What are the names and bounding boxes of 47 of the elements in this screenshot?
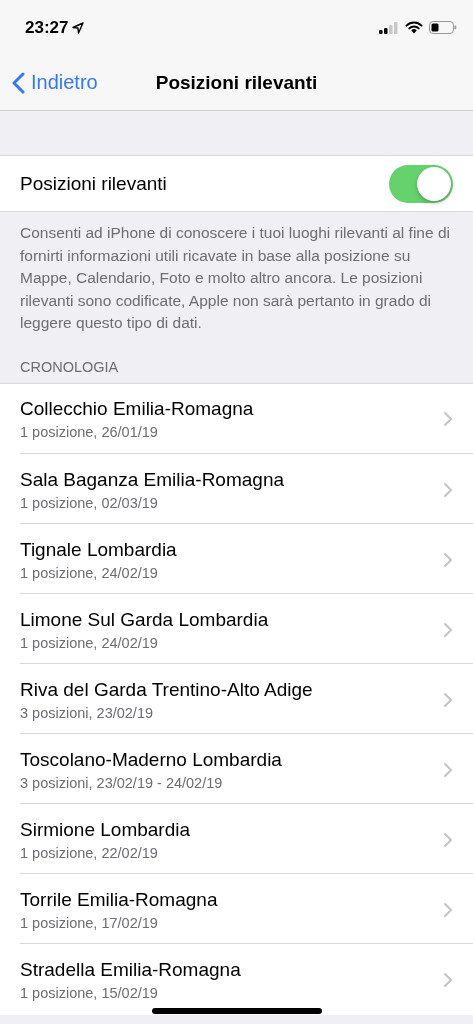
- place-subtitle: 1 posizione, 24/02/19: [20, 564, 159, 581]
- place-title: Riva del Garda Trentino-Alto Adige: [20, 678, 313, 701]
- chevron-right-icon: [443, 621, 453, 638]
- description-text: Consenti ad iPhone di conoscere i tuoi luoghi rilevanti al fine di fornirti informazioni utili ricavate in base alla posizione su Mappe, Calendario, Foto e molto altro ancora. Le posizioni rilevanti sono codificate, Apple non sarà pertanto in grado di leggere questo tipo di dati.: [19, 223, 451, 333]
- chevron-right-icon: [443, 411, 453, 427]
- chevron-right-icon: [443, 901, 453, 918]
- nav-title: Posizioni rilevanti: [155, 71, 318, 93]
- chevron-right-icon: [443, 971, 453, 988]
- place-subtitle: 1 posizione, 15/02/19: [20, 984, 159, 1001]
- toggle-switch[interactable]: [389, 164, 453, 203]
- history-item[interactable]: Riva del Garda Trentino-Alto Adige 3 posizioni, 23/02/19: [0, 663, 473, 735]
- place-subtitle: 3 posizioni, 23/02/19 - 24/02/19: [20, 774, 224, 791]
- place-subtitle: 1 posizione, 22/02/19: [20, 844, 159, 861]
- signal-icon: [379, 21, 399, 34]
- history-item[interactable]: Toscolano-Maderno Lombardia 3 posizioni, 23/02/19 - 24/02/19: [0, 733, 473, 805]
- place-title: Torrile Emilia-Romagna: [20, 888, 218, 911]
- chevron-right-icon: [443, 551, 453, 568]
- place-subtitle: 3 posizioni, 23/02/19: [20, 704, 154, 721]
- place-subtitle: 1 posizione, 02/03/19: [20, 494, 159, 511]
- place-title: Stradella Emilia-Romagna: [20, 958, 241, 981]
- history-item[interactable]: Sirmione Lombardia 1 posizione, 22/02/19: [0, 803, 473, 875]
- chevron-right-icon: [443, 691, 453, 708]
- chevron-right-icon: [443, 481, 453, 498]
- place-subtitle: 1 posizione, 17/02/19: [20, 914, 159, 931]
- place-title: Toscolano-Maderno Lombardia: [20, 748, 282, 771]
- place-title: Collecchio Emilia-Romagna: [20, 398, 254, 420]
- back-button[interactable]: Indietro: [12, 71, 98, 94]
- battery-icon: [429, 21, 457, 34]
- history-item[interactable]: Collecchio Emilia-Romagna 1 posizione, 26/01/19: [0, 383, 473, 455]
- place-title: Sala Baganza Emilia-Romagna: [20, 468, 285, 491]
- place-subtitle: 1 posizione, 26/01/19: [20, 424, 159, 440]
- history-item[interactable]: Torrile Emilia-Romagna 1 posizione, 17/02/19: [0, 873, 473, 945]
- history-item[interactable]: Tignale Lombardia 1 posizione, 24/02/19: [0, 523, 473, 595]
- wifi-icon: [405, 21, 423, 34]
- place-title: Sirmione Lombardia: [20, 818, 191, 841]
- place-title: Tignale Lombardia: [20, 538, 177, 561]
- location-arrow-icon: [72, 21, 85, 34]
- history-item[interactable]: Limone Sul Garda Lombardia 1 posizione, 24/02/19: [0, 593, 473, 665]
- chevron-right-icon: [443, 831, 453, 848]
- history-item[interactable]: Sala Baganza Emilia-Romagna 1 posizione, 02/03/19: [0, 453, 473, 525]
- place-subtitle: 1 posizione, 24/02/19: [20, 634, 159, 651]
- place-title: Limone Sul Garda Lombardia: [20, 608, 269, 631]
- chevron-left-icon: [12, 71, 25, 94]
- status-time: 23:27: [25, 17, 69, 38]
- section-header: CRONOLOGIA: [19, 357, 120, 377]
- setting-label: Posizioni rilevanti: [20, 172, 167, 195]
- chevron-right-icon: [443, 761, 453, 778]
